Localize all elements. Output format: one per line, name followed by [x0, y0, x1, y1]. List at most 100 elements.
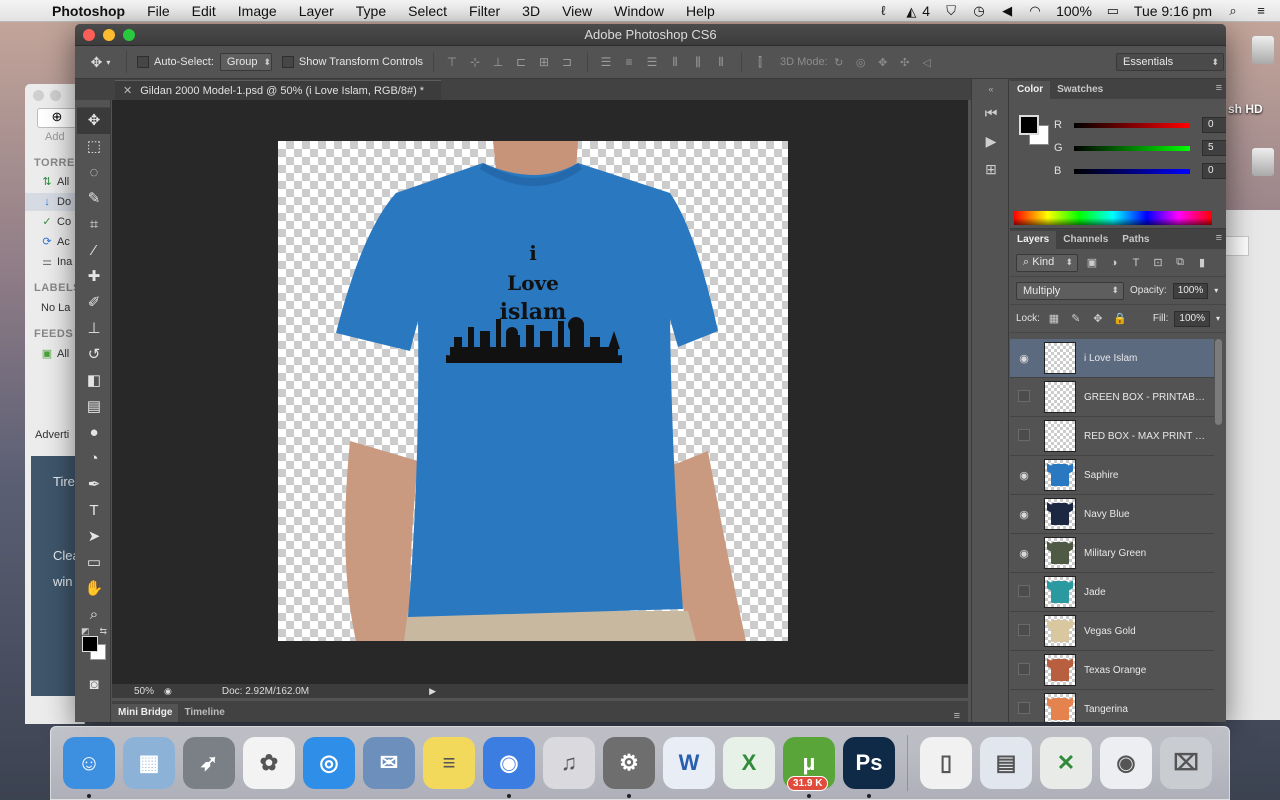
- tool-preset-picker[interactable]: ✥ ▾: [75, 51, 127, 73]
- filter-toggle-icon[interactable]: ▮: [1194, 256, 1210, 269]
- layer-row[interactable]: RED BOX - MAX PRINT SIZE: [1010, 417, 1214, 456]
- align-top-icon[interactable]: ⊤: [442, 52, 462, 72]
- distribute-hcenter-icon[interactable]: ⫼: [688, 52, 708, 72]
- menu-file[interactable]: File: [136, 3, 181, 19]
- menu-layer[interactable]: Layer: [288, 3, 345, 19]
- move-tool-icon[interactable]: ✥: [77, 108, 111, 134]
- distribute-bottom-icon[interactable]: ☰: [642, 52, 662, 72]
- menu-help[interactable]: Help: [675, 3, 726, 19]
- scrollbar-thumb[interactable]: [1215, 339, 1222, 425]
- fill-dropdown-icon[interactable]: ▾: [1216, 314, 1220, 323]
- text-field[interactable]: [1225, 236, 1249, 256]
- layer-row[interactable]: ◉ Military Green: [1010, 534, 1214, 573]
- distribute-top-icon[interactable]: ☰: [596, 52, 616, 72]
- history-brush-tool-icon[interactable]: ↺: [77, 342, 111, 368]
- blend-mode-dropdown[interactable]: Multiply: [1016, 281, 1124, 300]
- visibility-toggle[interactable]: [1010, 585, 1038, 600]
- panel-menu-icon[interactable]: ≡: [954, 710, 968, 722]
- pen-tool-icon[interactable]: ✒: [77, 472, 111, 498]
- quick-mask-icon[interactable]: ◙: [77, 672, 111, 698]
- eye-icon[interactable]: ◉: [1010, 508, 1038, 521]
- visibility-toggle[interactable]: [1010, 624, 1038, 639]
- layer-row[interactable]: Texas Orange: [1010, 651, 1214, 690]
- sidebar-item-feeds-all[interactable]: ▣ All: [41, 347, 69, 361]
- notes-icon[interactable]: ≡: [423, 737, 475, 789]
- window-titlebar[interactable]: Adobe Photoshop CS6: [75, 24, 1226, 46]
- tab-mini-bridge[interactable]: Mini Bridge: [112, 704, 179, 722]
- layer-row[interactable]: ◉ Navy Blue: [1010, 495, 1214, 534]
- lasso-tool-icon[interactable]: ◌: [77, 160, 111, 186]
- panel-menu-icon[interactable]: ≡: [1216, 232, 1222, 244]
- menu-view[interactable]: View: [551, 3, 603, 19]
- tab-timeline[interactable]: Timeline: [178, 704, 230, 722]
- eye-icon[interactable]: ◉: [1010, 547, 1038, 560]
- 3d-pan-icon[interactable]: ✥: [872, 56, 894, 69]
- collapse-icon[interactable]: «: [972, 79, 1010, 99]
- sidebar-item-inactive[interactable]: ⚌ Ina: [41, 255, 72, 269]
- eye-icon[interactable]: ◉: [1010, 469, 1038, 482]
- photoshop-icon[interactable]: Ps: [843, 737, 895, 798]
- drive-label[interactable]: sh HD: [1228, 102, 1263, 116]
- sidebar-item-completed[interactable]: ✓ Co: [41, 215, 71, 229]
- documents-stack-icon[interactable]: ▯: [920, 737, 972, 789]
- shield-icon[interactable]: ⛉: [944, 3, 958, 18]
- word-icon[interactable]: W: [663, 737, 715, 789]
- align-hcenter-icon[interactable]: ⊞: [534, 52, 554, 72]
- eraser-tool-icon[interactable]: ◧: [77, 368, 111, 394]
- menu-edit[interactable]: Edit: [181, 3, 227, 19]
- tab-color[interactable]: Color: [1010, 81, 1051, 99]
- menu-app[interactable]: Photoshop: [46, 3, 136, 19]
- tab-swatches[interactable]: Swatches: [1050, 81, 1110, 99]
- 3d-rotate-icon[interactable]: ↻: [828, 56, 850, 69]
- properties-panel-icon[interactable]: ⊞: [972, 155, 1010, 183]
- menu-filter[interactable]: Filter: [458, 3, 511, 19]
- volume-icon[interactable]: ◀: [1000, 3, 1014, 18]
- actions-panel-icon[interactable]: ▶: [972, 127, 1010, 155]
- history-panel-icon[interactable]: ⏮: [972, 99, 1010, 127]
- workspace-switcher[interactable]: Essentials: [1116, 53, 1224, 71]
- close-icon[interactable]: [83, 29, 95, 41]
- filter-pixel-icon[interactable]: ▣: [1084, 256, 1100, 269]
- system-preferences-icon[interactable]: ⚙: [603, 737, 655, 798]
- gradient-tool-icon[interactable]: ▤: [77, 394, 111, 420]
- visibility-toggle[interactable]: [1010, 702, 1038, 717]
- tab-layers[interactable]: Layers: [1010, 231, 1057, 249]
- document-tab[interactable]: ✕ Gildan 2000 Model-1.psd @ 50% (i Love I…: [115, 80, 441, 100]
- layer-row[interactable]: Vegas Gold: [1010, 612, 1214, 651]
- proof-icon[interactable]: ◉: [164, 686, 172, 697]
- healing-brush-tool-icon[interactable]: ✚: [77, 264, 111, 290]
- crop-tool-icon[interactable]: ⌗: [77, 212, 111, 238]
- battery-percent[interactable]: 100%: [1056, 3, 1092, 19]
- drive-icon[interactable]: [1252, 148, 1274, 176]
- auto-select-dropdown[interactable]: Group: [219, 53, 272, 71]
- distribute-left-icon[interactable]: ⫴: [665, 52, 685, 72]
- blur-tool-icon[interactable]: ●: [77, 420, 111, 446]
- trash-icon[interactable]: ⌧: [1160, 737, 1212, 789]
- recent-excel-stack-icon[interactable]: ✕: [1040, 737, 1092, 789]
- marquee-tool-icon[interactable]: ⬚: [77, 134, 111, 160]
- layer-list-scrollbar[interactable]: [1215, 337, 1222, 722]
- distribute-right-icon[interactable]: ⫴: [711, 52, 731, 72]
- add-torrent-button[interactable]: ⊕: [37, 108, 77, 128]
- path-selection-tool-icon[interactable]: ➤: [77, 524, 111, 550]
- downloads-stack-icon[interactable]: ▤: [980, 737, 1032, 789]
- layer-row[interactable]: Jade: [1010, 573, 1214, 612]
- layer-row[interactable]: GREEN BOX - PRINTABLE ...: [1010, 378, 1214, 417]
- red-value-input[interactable]: 0: [1202, 117, 1226, 133]
- align-vcenter-icon[interactable]: ⊹: [465, 52, 485, 72]
- menu-3d[interactable]: 3D: [511, 3, 551, 19]
- clone-stamp-tool-icon[interactable]: ⊥: [77, 316, 111, 342]
- mail-icon[interactable]: ✉: [363, 737, 415, 789]
- drive-icon[interactable]: [1252, 36, 1274, 64]
- menu-window[interactable]: Window: [603, 3, 675, 19]
- brush-tool-icon[interactable]: ✐: [77, 290, 111, 316]
- opacity-dropdown-icon[interactable]: ▾: [1214, 286, 1218, 295]
- safari-icon[interactable]: ◎: [303, 737, 355, 789]
- filter-smart-object-icon[interactable]: ⧉: [1172, 256, 1188, 269]
- filter-type-icon[interactable]: T: [1128, 257, 1144, 269]
- quick-selection-tool-icon[interactable]: ✎: [77, 186, 111, 212]
- close-icon[interactable]: [33, 90, 44, 101]
- visibility-toggle[interactable]: [1010, 429, 1038, 444]
- lock-position-icon[interactable]: ✥: [1090, 312, 1106, 325]
- menu-image[interactable]: Image: [227, 3, 288, 19]
